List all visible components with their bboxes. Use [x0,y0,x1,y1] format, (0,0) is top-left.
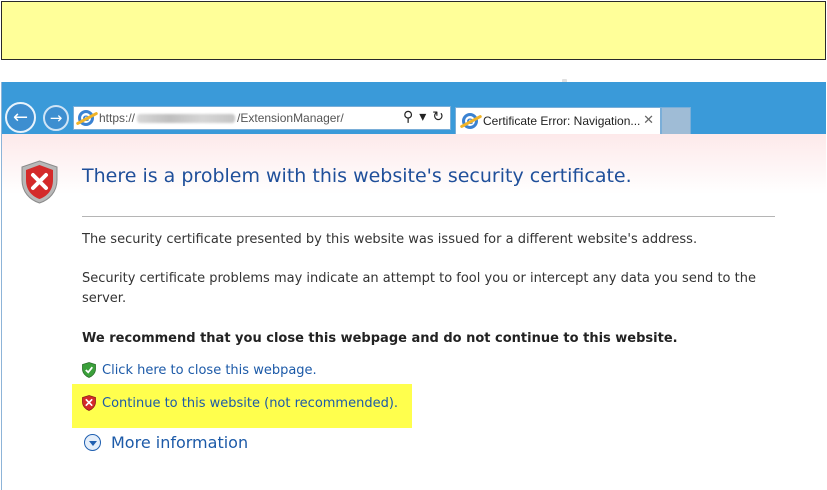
continue-to-website-link[interactable]: Continue to this website (not recommende… [82,395,398,411]
url-scheme: https:// [99,111,136,125]
divider [82,216,775,217]
shield-check-icon [82,362,96,378]
back-button[interactable]: ← [5,102,36,133]
back-arrow-icon: ← [12,106,29,128]
page-content: There is a problem with this website's s… [2,134,826,490]
tab-close-icon[interactable]: ✕ [643,113,654,128]
certificate-warning-text: Security certificate problems may indica… [82,271,756,306]
recommendation-text: We recommend that you close this webpage… [82,331,678,346]
new-tab-button[interactable] [661,107,691,134]
certificate-mismatch-text: The security certificate presented by th… [82,232,698,247]
continue-to-website-label: Continue to this website (not recommende… [102,395,399,411]
more-information-label: More information [111,433,249,452]
browser-toolbar: ← → e https:// /ExtensionManager/ ⚲ ▾ ↻ … [2,82,826,134]
forward-button[interactable]: → [43,105,69,131]
shield-error-icon [21,160,58,204]
refresh-icon[interactable]: ↻ [432,109,444,125]
tab-ie-logo-icon: e [462,113,478,129]
url-host-redacted [137,113,236,123]
address-bar[interactable]: e https:// /ExtensionManager/ ⚲ ▾ ↻ [73,106,451,130]
shield-x-icon [82,395,96,411]
page-title: There is a problem with this website's s… [82,165,632,187]
browser-window: ← → e https:// /ExtensionManager/ ⚲ ▾ ↻ … [1,82,826,490]
url-path: /ExtensionManager/ [237,111,344,125]
forward-arrow-icon: → [49,108,63,127]
tab-certificate-error[interactable]: e Certificate Error: Navigation... ✕ [455,107,661,134]
more-information-toggle[interactable]: More information [84,433,248,452]
chevron-down-circle-icon [84,434,101,451]
close-webpage-link[interactable]: Click here to close this webpage. [82,362,317,378]
search-icon[interactable]: ⚲ [403,109,413,125]
address-actions: ⚲ ▾ ↻ [403,109,444,125]
ie-logo-icon: e [78,110,94,126]
dropdown-icon[interactable]: ▾ [419,109,426,125]
annotation-callout-box [1,1,826,60]
tab-title: Certificate Error: Navigation... [483,114,641,128]
close-webpage-label: Click here to close this webpage. [102,362,317,378]
